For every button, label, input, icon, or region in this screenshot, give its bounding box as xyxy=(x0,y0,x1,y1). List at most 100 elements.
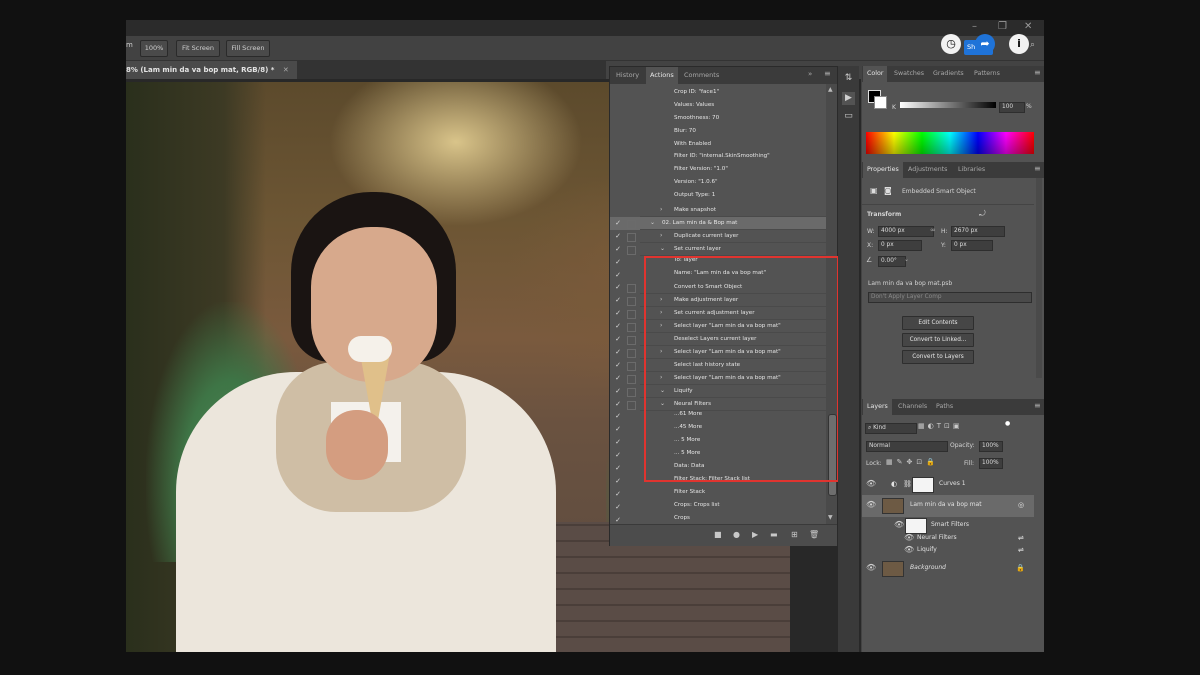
minimize-button[interactable]: – xyxy=(972,21,977,32)
toggle-check-icon[interactable]: ✓ xyxy=(614,359,622,372)
close-button[interactable]: ✕ xyxy=(1024,21,1032,32)
k-value-field[interactable]: 100 xyxy=(999,102,1025,113)
mask-icon[interactable]: ◙ xyxy=(884,186,892,195)
width-field[interactable]: 4000 px xyxy=(878,226,934,237)
chevron-down-icon[interactable]: ⌄ xyxy=(650,217,655,230)
y-field[interactable]: 0 px xyxy=(951,240,993,251)
share-arrow-icon[interactable]: ➦ xyxy=(975,34,995,54)
height-field[interactable]: 2670 px xyxy=(951,226,1005,237)
action-step-row[interactable]: ✓ › Duplicate current layer xyxy=(610,230,826,243)
clock-icon[interactable]: ◷ xyxy=(941,34,961,54)
action-detail-row[interactable]: ✓ Crops xyxy=(610,514,826,524)
link-icon[interactable]: ∞ xyxy=(930,226,936,234)
toggle-check-icon[interactable]: ✓ xyxy=(614,398,622,411)
angle-dropdown-icon[interactable]: ⌄ xyxy=(904,256,909,263)
action-step-row[interactable]: › Make snapshot xyxy=(610,204,826,217)
visibility-eye-icon[interactable]: 👁 xyxy=(866,495,876,515)
fit-screen-button[interactable]: Fit Screen xyxy=(176,40,220,57)
action-set-row[interactable]: ✓ ⌄ 02. Lam min da & Bop mat xyxy=(610,216,826,230)
stop-icon[interactable]: ■ xyxy=(714,530,722,539)
angle-field[interactable]: 0.00° xyxy=(878,256,906,267)
color-menu-icon[interactable]: ≡ xyxy=(1034,68,1041,77)
visibility-eye-icon[interactable]: 👁 xyxy=(866,474,876,494)
toggle-check-icon[interactable]: ✓ xyxy=(614,281,622,294)
action-detail-row[interactable]: Smoothness: 70 xyxy=(610,114,826,127)
x-field[interactable]: 0 px xyxy=(878,240,922,251)
dialog-toggle-box[interactable] xyxy=(627,219,636,229)
opacity-field[interactable]: 100% xyxy=(979,441,1003,452)
toggle-check-icon[interactable]: ✓ xyxy=(614,243,622,256)
trash-icon[interactable]: 🗑 xyxy=(809,530,819,539)
action-detail-row[interactable]: Filter Version: "1.0" xyxy=(610,165,826,178)
toggle-check-icon[interactable]: ✓ xyxy=(614,423,622,436)
comments-icon[interactable]: ▭ xyxy=(842,110,855,123)
tab-color[interactable]: Color xyxy=(863,66,888,82)
new-set-icon[interactable]: ▬ xyxy=(770,530,778,539)
layer-thumbnail[interactable] xyxy=(882,561,904,577)
close-tab-icon[interactable]: ✕ xyxy=(283,66,289,74)
toggle-check-icon[interactable]: ✓ xyxy=(614,372,622,385)
filter-options-icon[interactable]: ⇌ xyxy=(1018,543,1024,557)
dialog-toggle-box[interactable] xyxy=(627,245,636,255)
dialog-toggle-box[interactable] xyxy=(627,310,636,320)
visibility-eye-icon[interactable]: 👁 xyxy=(866,558,876,578)
toggle-check-icon[interactable]: ✓ xyxy=(614,217,622,230)
document-tab[interactable]: 8% (Lam min da va bop mat, RGB/8) * ✕ xyxy=(126,61,297,79)
tab-comments[interactable]: Comments xyxy=(680,67,723,84)
properties-menu-icon[interactable]: ≡ xyxy=(1034,164,1041,173)
toggle-check-icon[interactable]: ✓ xyxy=(614,501,622,514)
play-icon[interactable]: ▶ xyxy=(752,530,758,539)
toggle-check-icon[interactable]: ✓ xyxy=(614,410,622,423)
toggle-check-icon[interactable]: ✓ xyxy=(614,320,622,333)
visibility-eye-icon[interactable]: 👁 xyxy=(904,543,914,557)
filter-toggle-icon[interactable]: ● xyxy=(1005,420,1010,427)
toggle-check-icon[interactable]: ✓ xyxy=(614,514,622,524)
chevron-right-icon[interactable]: › xyxy=(660,204,662,217)
tab-gradients[interactable]: Gradients xyxy=(929,66,968,82)
dialog-toggle-box[interactable] xyxy=(627,232,636,242)
reset-transform-icon[interactable]: ⤾ xyxy=(979,209,986,219)
layers-menu-icon[interactable]: ≡ xyxy=(1034,401,1041,410)
zoom-100-button[interactable]: 100% xyxy=(140,40,168,57)
background-swatch[interactable] xyxy=(874,96,887,109)
dialog-toggle-box[interactable] xyxy=(627,336,636,345)
panel-menu-icon[interactable]: ≡ xyxy=(824,69,831,78)
toggle-check-icon[interactable]: ✓ xyxy=(614,307,622,320)
dialog-toggle-box[interactable] xyxy=(627,361,636,371)
toggle-check-icon[interactable]: ✓ xyxy=(614,385,622,398)
fill-field[interactable]: 100% xyxy=(979,458,1003,469)
k-slider[interactable] xyxy=(900,102,996,108)
tab-history[interactable]: History xyxy=(612,67,643,84)
color-spectrum[interactable] xyxy=(866,132,1034,154)
toggle-check-icon[interactable]: ✓ xyxy=(614,269,622,282)
tab-libraries[interactable]: Libraries xyxy=(954,162,989,178)
search-icon[interactable]: ⌕ xyxy=(1030,40,1035,50)
tab-channels[interactable]: Channels xyxy=(894,399,931,415)
filter-icons[interactable]: ▦◐T⊡▣ xyxy=(918,422,962,430)
layer-row-smart-object[interactable]: 👁 Lam min da va bop mat ◎ xyxy=(862,495,1034,517)
dialog-toggle-box[interactable] xyxy=(627,400,636,410)
toggle-check-icon[interactable]: ✓ xyxy=(614,488,622,501)
action-detail-row[interactable]: Crop ID: "face1" xyxy=(610,88,826,101)
toggle-check-icon[interactable]: ✓ xyxy=(614,230,622,243)
blend-mode-select[interactable]: Normal xyxy=(866,441,948,452)
action-detail-row[interactable]: Version: "1.0.6" xyxy=(610,178,826,191)
action-detail-row[interactable]: Blur: 70 xyxy=(610,127,826,140)
dialog-toggle-box[interactable] xyxy=(627,284,636,294)
convert-to-linked-button[interactable]: Convert to Linked... xyxy=(902,333,974,347)
layer-comp-select[interactable]: Don't Apply Layer Comp xyxy=(868,292,1032,303)
filter-row-liquify[interactable]: 👁 Liquify ⇌ xyxy=(862,543,1034,557)
action-step-row[interactable]: ✓ ⌄ Set current layer xyxy=(610,243,826,256)
layer-row-curves[interactable]: 👁 ◐ ⛓ Curves 1 xyxy=(862,474,1034,494)
new-action-icon[interactable]: ⊞ xyxy=(791,530,798,539)
layer-mask-thumb[interactable] xyxy=(912,477,934,493)
lock-icons[interactable]: ▦✎✥⊡🔒 xyxy=(886,458,939,466)
record-icon[interactable]: ● xyxy=(733,530,740,539)
layer-row-background[interactable]: 👁 Background 🔒 xyxy=(862,558,1034,578)
toggle-check-icon[interactable]: ✓ xyxy=(614,256,622,269)
toggle-check-icon[interactable]: ✓ xyxy=(614,346,622,359)
action-detail-row[interactable]: Output Type: 1 xyxy=(610,191,826,204)
toggle-check-icon[interactable]: ✓ xyxy=(614,333,622,346)
dialog-toggle-box[interactable] xyxy=(627,323,636,333)
tab-patterns[interactable]: Patterns xyxy=(970,66,1004,82)
